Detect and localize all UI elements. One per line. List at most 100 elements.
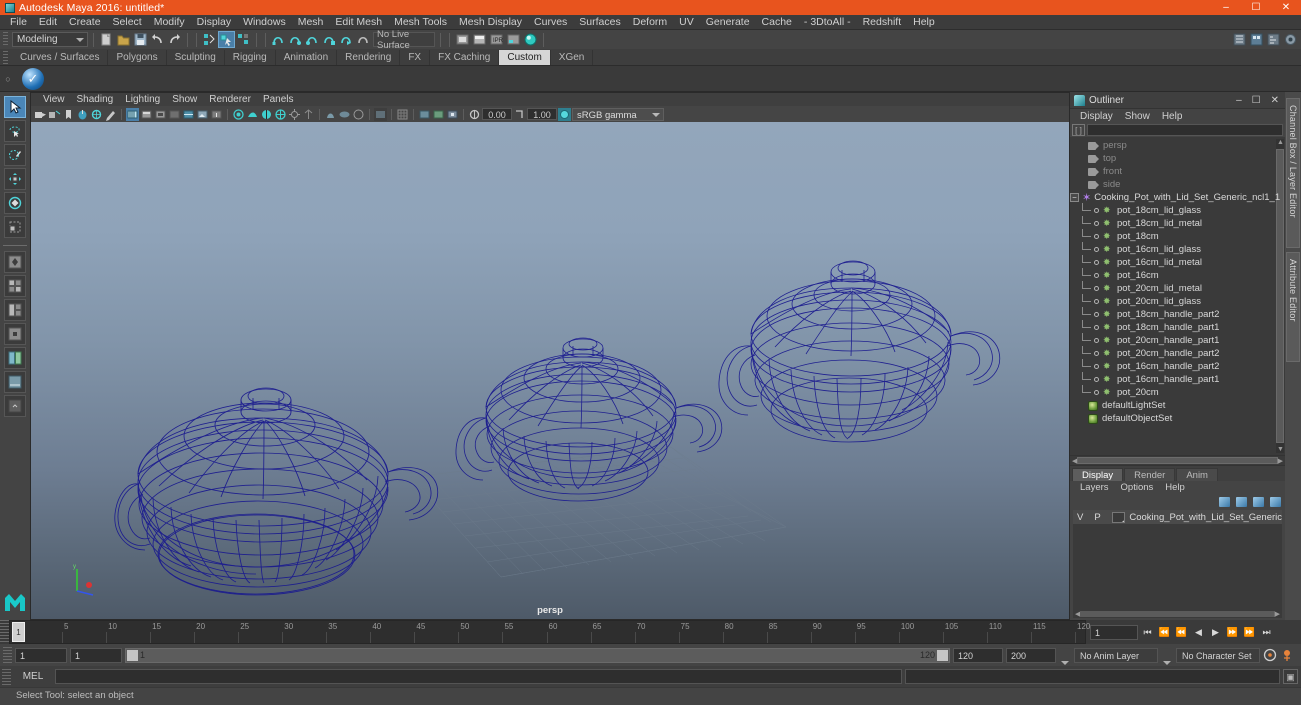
range-right-handle[interactable] [937,649,948,661]
layer-list[interactable]: V P Cooking_Pot_with_Lid_Set_Generic [1073,510,1282,609]
menu-modify[interactable]: Modify [148,15,191,30]
outliner-item[interactable]: ✸ pot_18cm_handle_part2 [1070,307,1285,321]
command-language-label[interactable]: MEL [14,671,52,682]
smooth-shade-all-icon[interactable] [140,108,153,121]
select-camera-icon[interactable] [34,108,47,121]
outliner-item[interactable]: ✸ pot_20cm_handle_part1 [1070,333,1285,347]
three-view-split-layout[interactable] [4,299,26,321]
tree-node-dot[interactable] [1094,247,1099,252]
outliner-item[interactable]: ✸ pot_16cm_handle_part2 [1070,359,1285,373]
wireframe-on-shaded-icon[interactable] [182,108,195,121]
persp-graph-editor-layout[interactable] [4,395,26,417]
snap-to-view-plane-icon[interactable] [339,32,354,47]
shelf-tab-rendering[interactable]: Rendering [337,50,401,65]
command-line-gripper[interactable] [2,668,11,685]
step-back-keyframe-icon[interactable]: ⏪ [1157,625,1172,640]
ambient-occlusion-icon[interactable] [246,108,259,121]
render-view-icon[interactable] [455,32,470,47]
menu-windows[interactable]: Windows [237,15,292,30]
snap-to-projected-center-icon[interactable] [322,32,337,47]
smooth-shade-selected-icon[interactable] [154,108,167,121]
single-perspective-layout[interactable] [4,251,26,273]
maximize-button[interactable]: ☐ [1241,0,1271,15]
time-slider-track[interactable]: 1 5 10 15 20 25 30 35 40 45 50 55 60 65 70 75 80 85 90 95 1… [9,620,1090,644]
shelf-tab-custom[interactable]: Custom [499,50,551,65]
outliner-item[interactable]: side [1070,178,1285,191]
play-backwards-icon[interactable]: ◀ [1191,625,1206,640]
anim-layer-select[interactable]: No Anim Layer [1074,647,1158,663]
make-live-icon[interactable] [356,32,371,47]
layer-editor-menu-layers[interactable]: Layers [1074,482,1115,493]
statusline-gripper[interactable] [3,32,8,47]
perspective-viewport[interactable]: y persp [31,122,1069,619]
play-forwards-icon[interactable]: ▶ [1208,625,1223,640]
new-scene-icon[interactable] [99,32,114,47]
outliner-maximize-button[interactable]: ☐ [1252,95,1261,106]
outliner-item[interactable]: ✸ pot_18cm_handle_part1 [1070,320,1285,334]
scroll-thumb[interactable] [1077,457,1278,464]
layer-editor-tab-anim[interactable]: Anim [1176,468,1218,481]
hypershade-icon[interactable] [523,32,538,47]
tree-node-dot[interactable] [1094,338,1099,343]
tree-node-dot[interactable] [1094,286,1099,291]
viewport-menu-shading[interactable]: Shading [71,94,120,105]
tool-settings-icon[interactable] [1283,32,1298,47]
tree-node-dot[interactable] [1094,299,1099,304]
gamma-icon[interactable] [513,108,526,121]
time-cursor[interactable]: 1 [12,622,25,642]
xray-icon[interactable] [324,108,337,121]
snap-to-grid-icon[interactable] [271,32,286,47]
outliner-horizontal-scrollbar[interactable]: ◀ ▶ [1070,455,1285,465]
rotate-tool[interactable] [4,192,26,214]
animation-end-field[interactable]: 200 [1006,647,1056,663]
shelf-tab-polygons[interactable]: Polygons [108,50,167,65]
go-to-end-icon[interactable]: ⏭ [1259,625,1274,640]
wireframe-shading-icon[interactable] [126,107,139,121]
scroll-right-icon[interactable]: ▶ [1275,610,1280,618]
menu-mesh-display[interactable]: Mesh Display [453,15,528,30]
outliner-item[interactable]: top [1070,152,1285,165]
tree-expander[interactable]: − [1070,193,1079,202]
outliner-item[interactable]: ✸ pot_16cm_lid_glass [1070,242,1285,256]
viewport-menu-panels[interactable]: Panels [257,94,300,105]
flat-shade-icon[interactable] [168,108,181,121]
tree-node-dot[interactable] [1094,221,1099,226]
xray-joints-icon[interactable] [338,108,351,121]
menu-uv[interactable]: UV [673,15,700,30]
menu-curves[interactable]: Curves [528,15,573,30]
time-slider-gripper[interactable] [0,620,9,644]
viewport-menu-lighting[interactable]: Lighting [119,94,166,105]
grease-pencil-icon[interactable] [104,108,117,121]
xray-active-components-icon[interactable] [352,108,365,121]
render-current-frame-icon[interactable] [472,32,487,47]
outliner-item[interactable]: ✸ pot_18cm_lid_glass [1070,203,1285,217]
move-tool[interactable] [4,168,26,190]
scroll-right-icon[interactable]: ▶ [1278,457,1283,465]
step-forward-keyframe-icon[interactable]: ⏩ [1242,625,1257,640]
outliner-item[interactable]: ✸ pot_20cm [1070,385,1285,399]
range-left-handle[interactable] [127,649,138,661]
texture-icon[interactable] [196,108,209,121]
animation-start-field[interactable]: 1 [15,647,67,663]
menu-redshift[interactable]: Redshift [857,15,908,30]
outliner-item[interactable]: persp [1070,139,1285,152]
select-by-component-icon[interactable] [236,32,251,47]
outliner-item[interactable]: ✸ pot_18cm_lid_metal [1070,216,1285,230]
viewport-grid-icon[interactable] [396,108,409,121]
select-by-hierarchy-icon[interactable] [202,32,217,47]
exposure-icon[interactable] [468,108,481,121]
shelf-gripper[interactable] [3,51,8,64]
outliner-menu-show[interactable]: Show [1119,111,1156,122]
shelf-tab-xgen[interactable]: XGen [551,50,594,65]
menu-edit[interactable]: Edit [33,15,63,30]
minimize-button[interactable]: – [1211,0,1241,15]
tree-node-dot[interactable] [1094,377,1099,382]
select-tool[interactable] [4,96,26,118]
outliner-menu-display[interactable]: Display [1074,111,1119,122]
isolate-select-icon[interactable] [302,108,315,121]
export-image-icon[interactable] [432,108,445,121]
camera-attributes-icon[interactable] [48,108,61,121]
range-slider-bar[interactable]: 1 120 [125,647,950,663]
color-management-icon[interactable] [558,107,571,121]
menu-mesh[interactable]: Mesh [292,15,330,30]
